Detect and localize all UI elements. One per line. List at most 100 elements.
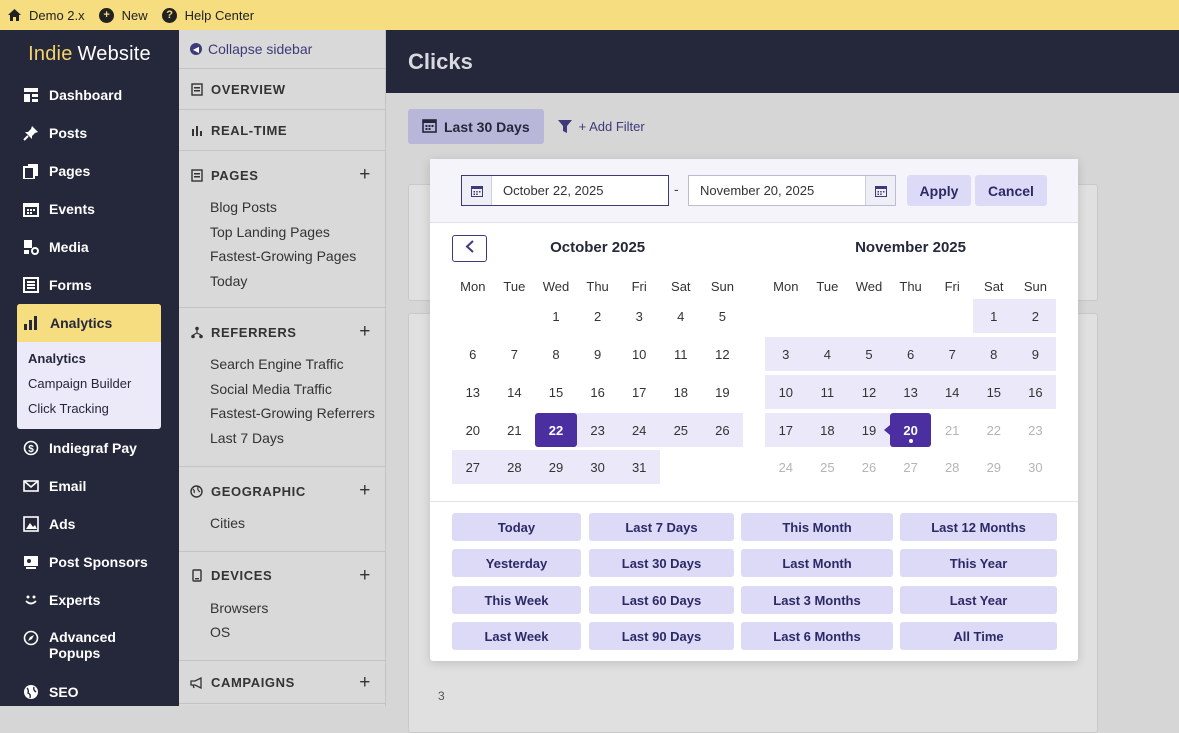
end-date-field[interactable] [688, 175, 896, 206]
calendar-day[interactable]: 6 [889, 337, 932, 371]
calendar-day[interactable]: 4 [660, 299, 702, 333]
nav-item-media[interactable]: Media [22, 238, 89, 256]
sidebar-link-search-engine-traffic[interactable]: Search Engine Traffic [179, 352, 385, 377]
calendar-day[interactable]: 16 [577, 375, 619, 409]
section-devices-header[interactable]: DEVICES + [179, 556, 385, 596]
preset-this-week-button[interactable]: This Week [452, 586, 581, 614]
section-pages-header[interactable]: PAGES + [179, 155, 385, 195]
add-pages-report-button[interactable]: + [359, 164, 371, 186]
calendar-day[interactable]: 30 [576, 450, 619, 484]
nav-item-post-sponsors[interactable]: Post Sponsors [22, 553, 148, 571]
calendar-day[interactable]: 24 [618, 413, 660, 447]
calendar-day[interactable]: 23 [576, 413, 619, 447]
nav-item-email[interactable]: Email [22, 477, 86, 495]
preset-last-12-months-button[interactable]: Last 12 Months [900, 513, 1057, 541]
sidebar-link-last-7-days[interactable]: Last 7 Days [179, 426, 385, 451]
calendar-day[interactable]: 26 [848, 450, 890, 484]
calendar-day[interactable]: 8 [535, 337, 577, 371]
preset-last-year-button[interactable]: Last Year [900, 586, 1057, 614]
calendar-day[interactable]: 2 [577, 299, 619, 333]
nav-item-advanced-popups[interactable]: Advanced Popups [22, 629, 129, 661]
preset-this-month-button[interactable]: This Month [741, 513, 893, 541]
nav-item-events[interactable]: Events [22, 200, 95, 218]
nav-item-ads[interactable]: Ads [22, 515, 75, 533]
calendar-day[interactable]: 22 [973, 413, 1015, 447]
calendar-day[interactable]: 9 [1014, 337, 1057, 371]
calendar-day[interactable]: 17 [765, 413, 807, 447]
nav-item-seo[interactable]: SEO [22, 683, 79, 701]
add-devices-report-button[interactable]: + [359, 565, 371, 587]
calendar-day[interactable]: 7 [494, 337, 536, 371]
nav-sub-analytics[interactable]: Analytics [17, 346, 161, 371]
date-range-button[interactable]: Last 30 Days [408, 109, 544, 144]
calendar-day[interactable]: 3 [618, 299, 660, 333]
topbar-new-link[interactable]: + New [99, 7, 148, 23]
calendar-day[interactable]: 2 [1014, 299, 1057, 333]
calendar-day[interactable]: 21 [931, 413, 973, 447]
calendar-day[interactable]: 28 [931, 450, 973, 484]
sidebar-link-top-landing-pages[interactable]: Top Landing Pages [179, 220, 385, 245]
calendar-day[interactable]: 11 [806, 375, 849, 409]
preset-last-6-months-button[interactable]: Last 6 Months [741, 622, 893, 650]
preset-last-week-button[interactable]: Last Week [452, 622, 581, 650]
preset-last-90-days-button[interactable]: Last 90 Days [589, 622, 734, 650]
calendar-day[interactable]: 18 [806, 413, 849, 447]
nav-sub-click-tracking[interactable]: Click Tracking [17, 396, 161, 421]
section-real-time-header[interactable]: REAL-TIME [179, 110, 385, 150]
sidebar-link-social-media-traffic[interactable]: Social Media Traffic [179, 377, 385, 402]
section-geographic-header[interactable]: GEOGRAPHIC + [179, 471, 385, 511]
calendar-day[interactable]: 28 [493, 450, 536, 484]
calendar-day[interactable]: 7 [931, 337, 973, 371]
section-overview-header[interactable]: OVERVIEW [179, 69, 385, 109]
nav-item-pages[interactable]: Pages [22, 162, 90, 180]
calendar-day[interactable]: 27 [452, 450, 494, 484]
sidebar-link-fastest-growing-pages[interactable]: Fastest-Growing Pages [179, 244, 385, 269]
nav-item-posts[interactable]: Posts [22, 124, 87, 142]
calendar-day[interactable]: 24 [765, 450, 807, 484]
calendar-day[interactable]: 5 [702, 299, 744, 333]
start-date-field[interactable] [461, 175, 669, 206]
calendar-day[interactable]: 1 [973, 299, 1015, 333]
nav-item-experts[interactable]: Experts [22, 591, 100, 609]
calendar-day[interactable]: 23 [1015, 413, 1057, 447]
start-date-input[interactable] [492, 176, 668, 205]
sidebar-link-blog-posts[interactable]: Blog Posts [179, 195, 385, 220]
calendar-day[interactable]: 14 [494, 375, 536, 409]
preset-this-year-button[interactable]: This Year [900, 549, 1057, 577]
calendar-day[interactable]: 14 [931, 375, 973, 409]
calendar-day[interactable]: 11 [660, 337, 702, 371]
calendar-day[interactable]: 13 [452, 375, 494, 409]
calendar-day[interactable]: 19 [702, 375, 744, 409]
previous-month-button[interactable] [452, 235, 487, 262]
calendar-day[interactable]: 5 [848, 337, 890, 371]
calendar-day[interactable]: 12 [848, 375, 890, 409]
calendar-day[interactable]: 1 [535, 299, 577, 333]
nav-item-forms[interactable]: Forms [22, 276, 92, 294]
calendar-day[interactable]: 16 [1014, 375, 1057, 409]
add-geographic-report-button[interactable]: + [359, 480, 371, 502]
sidebar-link-os[interactable]: OS [179, 620, 385, 645]
calendar-day[interactable]: 8 [973, 337, 1015, 371]
sidebar-link-cities[interactable]: Cities [179, 511, 385, 536]
calendar-day[interactable]: 10 [618, 337, 660, 371]
calendar-day-range-start[interactable]: 22 [535, 413, 583, 447]
cancel-button[interactable]: Cancel [975, 175, 1047, 206]
calendar-day[interactable]: 4 [806, 337, 849, 371]
section-referrers-header[interactable]: REFERRERS + [179, 312, 385, 352]
calendar-day[interactable]: 15 [535, 375, 577, 409]
calendar-day[interactable]: 26 [701, 413, 744, 447]
calendar-day[interactable]: 20 [452, 413, 494, 447]
nav-sub-campaign-builder[interactable]: Campaign Builder [17, 371, 161, 396]
calendar-day[interactable]: 9 [577, 337, 619, 371]
sidebar-link-today[interactable]: Today [179, 269, 385, 294]
calendar-day[interactable]: 31 [618, 450, 660, 484]
brand-logo[interactable]: Indie Website [0, 30, 179, 78]
add-filter-button[interactable]: + Add Filter [557, 119, 645, 134]
nav-item-analytics[interactable]: Analytics [17, 304, 161, 342]
calendar-day[interactable]: 18 [660, 375, 702, 409]
calendar-day[interactable]: 21 [494, 413, 536, 447]
nav-item-dashboard[interactable]: Dashboard [22, 86, 122, 104]
section-campaigns-header[interactable]: CAMPAIGNS + [179, 663, 385, 703]
end-date-input[interactable] [689, 176, 865, 205]
calendar-day[interactable]: 13 [889, 375, 932, 409]
